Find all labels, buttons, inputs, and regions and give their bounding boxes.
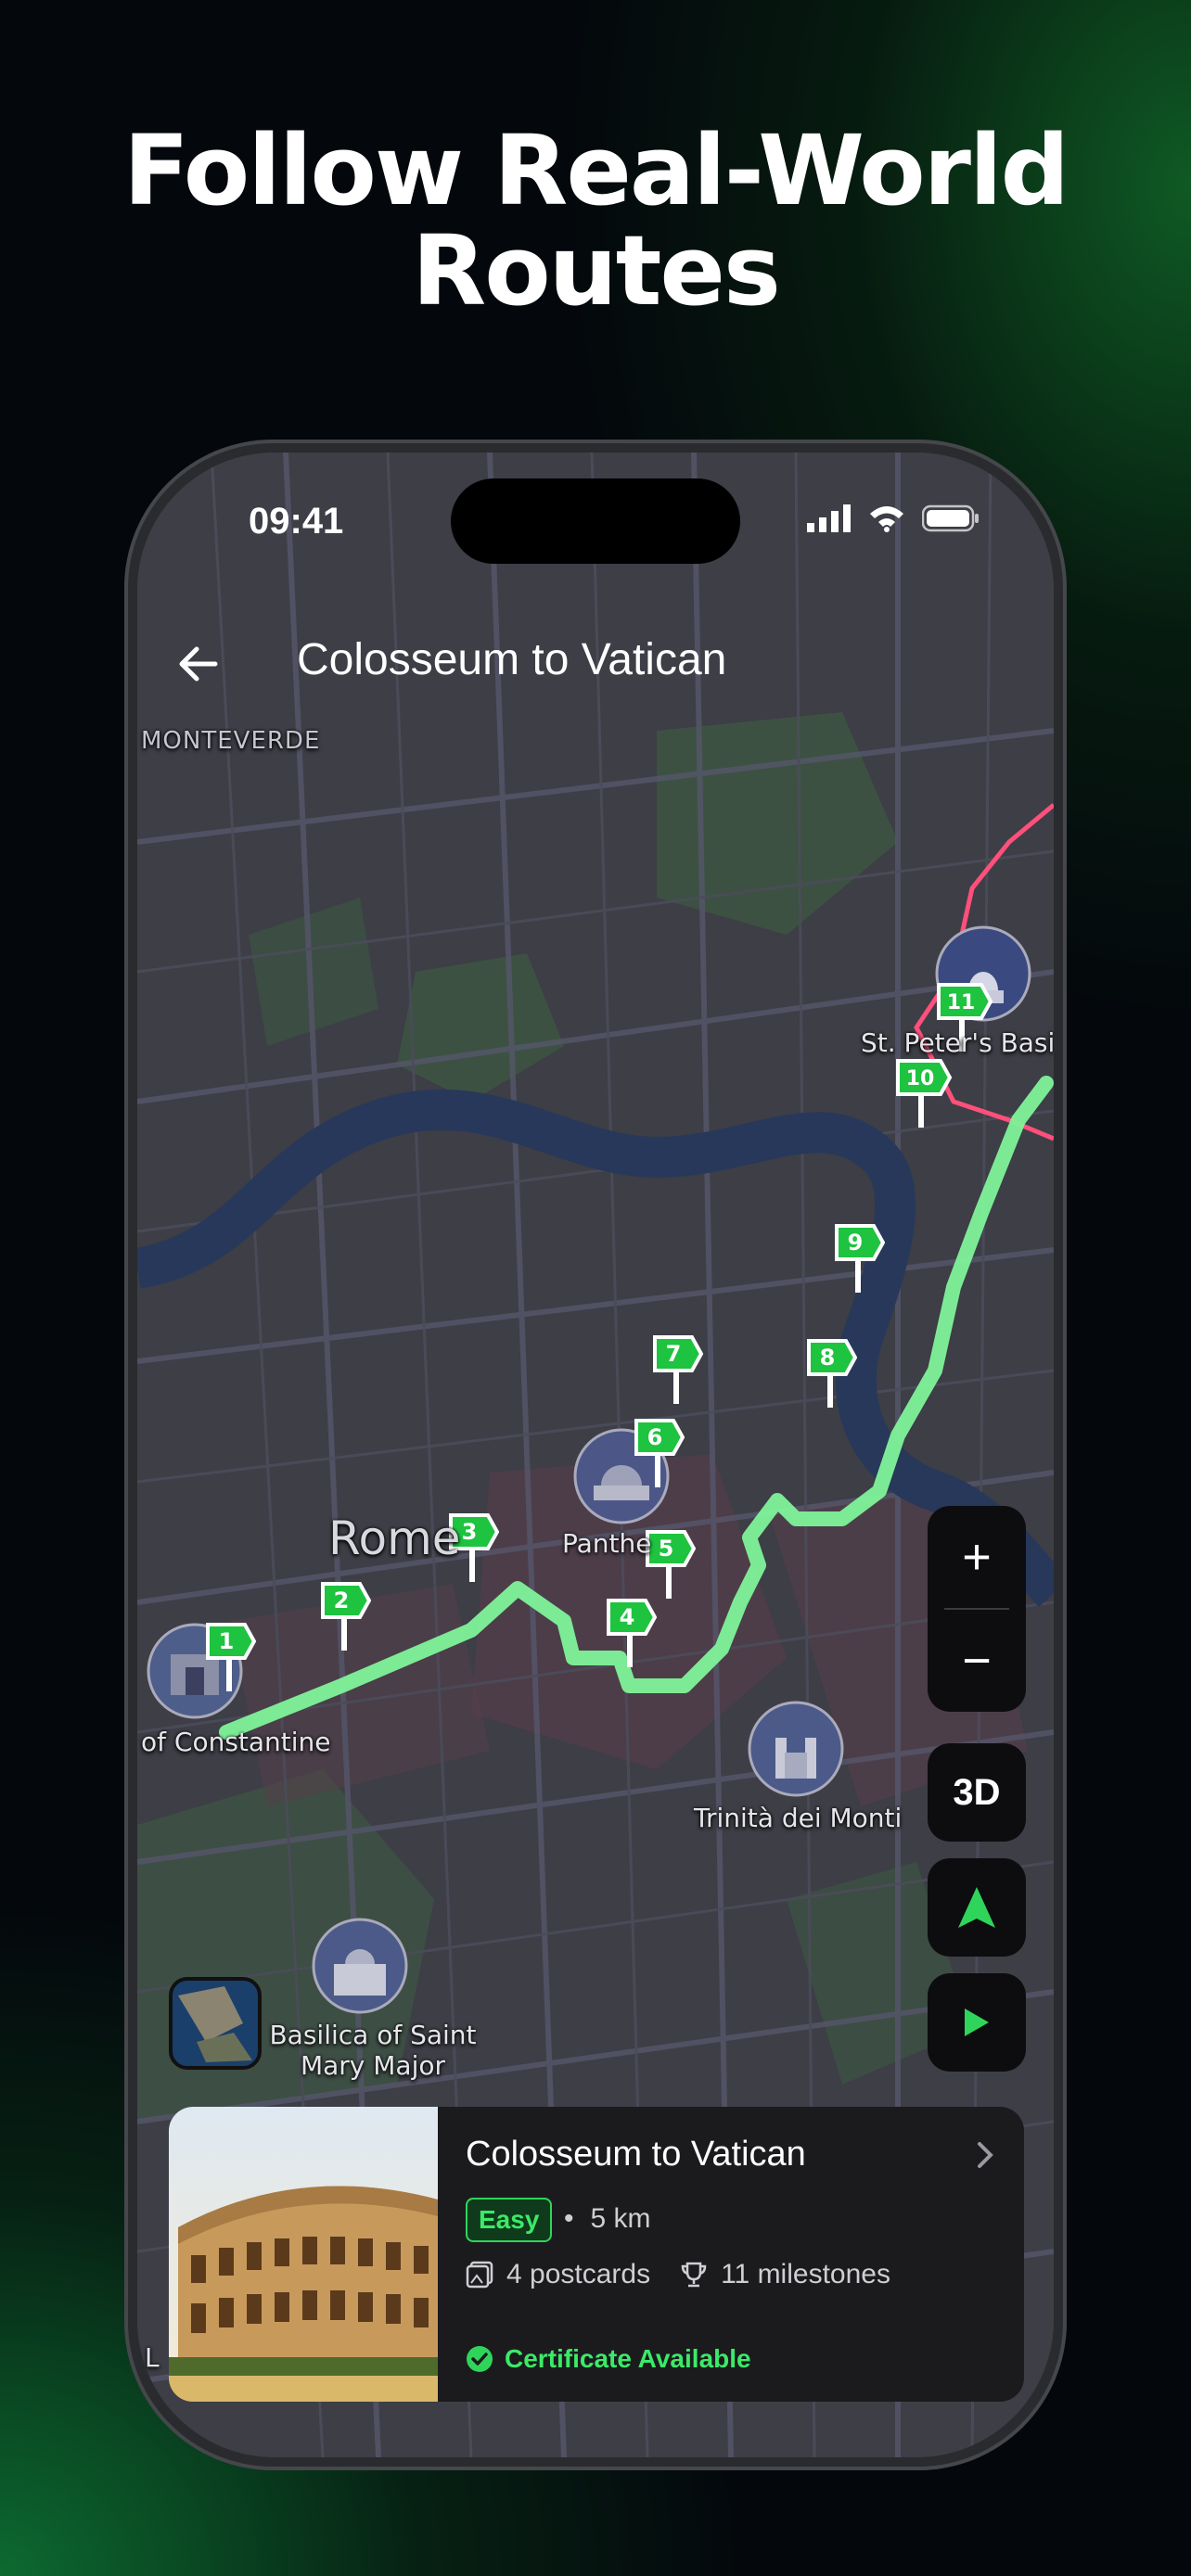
verified-check-icon [467, 2346, 493, 2372]
cellular-signal-icon [807, 504, 851, 532]
card-route-title: Colosseum to Vatican [466, 2135, 806, 2174]
milestone-label-8: 8 [820, 1345, 836, 1371]
city-label: Rome [328, 1511, 461, 1565]
milestone-label-2: 2 [334, 1588, 350, 1613]
play-route-button[interactable] [928, 1973, 1026, 2072]
route-meta: 4 postcards 11 milestones [466, 2259, 890, 2290]
milestone-pin-9[interactable]: 9 [833, 1222, 885, 1296]
navigation-arrow-icon [958, 1887, 995, 1928]
milestone-label-10: 10 [906, 1067, 935, 1090]
certificate-status: Certificate Available [466, 2344, 751, 2374]
milestone-label-7: 7 [666, 1341, 682, 1367]
headline: Follow Real-World Routes [0, 121, 1191, 321]
milestone-label-6: 6 [647, 1424, 663, 1450]
landmark-label-mary-major: Basilica of Saint Mary Major [262, 2020, 484, 2081]
zoom-out-button[interactable]: − [928, 1610, 1026, 1712]
headline-line-1: Follow Real-World [122, 114, 1069, 227]
landmark-label-st-peters: St. Peter's Basi [861, 1027, 1054, 1058]
chevron-right-icon[interactable] [974, 2140, 996, 2170]
map-layer-thumbnail[interactable] [169, 1977, 262, 2070]
zoom-controls: + − [928, 1506, 1026, 1712]
landmark-mary-major-thumb[interactable] [312, 1918, 408, 2014]
milestone-pin-2[interactable]: 2 [319, 1580, 371, 1654]
status-bar: 09:41 [137, 453, 1054, 592]
3d-toggle-button[interactable]: 3D [928, 1743, 1026, 1842]
colosseum-image [169, 2107, 438, 2402]
milestone-label-4: 4 [620, 1604, 635, 1630]
landmark-label-trinita: Trinità dei Monti [694, 1803, 903, 1833]
milestone-label-1: 1 [219, 1628, 235, 1654]
certificate-text: Certificate Available [505, 2344, 751, 2373]
landmark-label-constantine: of Constantine [141, 1727, 331, 1757]
distance-text: • 5 km [564, 2203, 651, 2235]
route-card[interactable]: Colosseum to Vatican Easy • 5 km 4 postca… [169, 2107, 1024, 2402]
landmark-label-mary-major-line-1: Basilica of Saint [269, 2020, 477, 2050]
postcards-count: 4 postcards [506, 2259, 651, 2289]
wifi-icon [870, 506, 903, 532]
status-time: 09:41 [249, 501, 344, 542]
milestone-pin-1[interactable]: 1 [204, 1621, 256, 1695]
status-icons [807, 504, 980, 532]
milestone-label-9: 9 [848, 1230, 864, 1256]
map-edge-label: L [145, 2342, 160, 2373]
map-title: Colosseum to Vatican [297, 635, 727, 684]
zoom-in-button[interactable]: + [928, 1506, 1026, 1608]
trophy-icon [681, 2262, 707, 2288]
map-header: Colosseum to Vatican [137, 619, 1054, 703]
district-label: MONTEVERDE [141, 727, 321, 755]
milestone-label-11: 11 [947, 991, 976, 1014]
milestone-pin-7[interactable]: 7 [651, 1333, 703, 1408]
milestone-label-5: 5 [659, 1536, 674, 1562]
battery-icon [922, 504, 979, 532]
postcards-icon [466, 2261, 493, 2289]
landmark-label-mary-major-line-2: Mary Major [300, 2050, 446, 2081]
dynamic-island [451, 478, 740, 564]
dot-separator: • [564, 2203, 574, 2234]
landmark-trinita-thumb[interactable] [748, 1701, 844, 1797]
phone-screen: 1 2 3 4 5 6 7 8 9 10 11 MONTEVERDE Rome … [137, 453, 1054, 2457]
distance-value: 5 km [590, 2203, 651, 2234]
back-arrow-icon[interactable] [171, 636, 226, 692]
milestone-pin-8[interactable]: 8 [805, 1337, 857, 1411]
landmark-label-pantheon: Panthe [562, 1528, 652, 1559]
headline-line-2: Routes [412, 214, 781, 327]
difficulty-badge: Easy [466, 2198, 553, 2242]
milestones-count: 11 milestones [721, 2259, 890, 2289]
milestone-pin-4[interactable]: 4 [605, 1597, 657, 1671]
milestone-pin-6[interactable]: 6 [633, 1417, 685, 1491]
locate-button[interactable] [928, 1858, 1026, 1957]
milestone-pin-10[interactable]: 10 [894, 1057, 954, 1131]
milestone-label-3: 3 [462, 1519, 478, 1545]
play-icon [965, 2009, 989, 2036]
